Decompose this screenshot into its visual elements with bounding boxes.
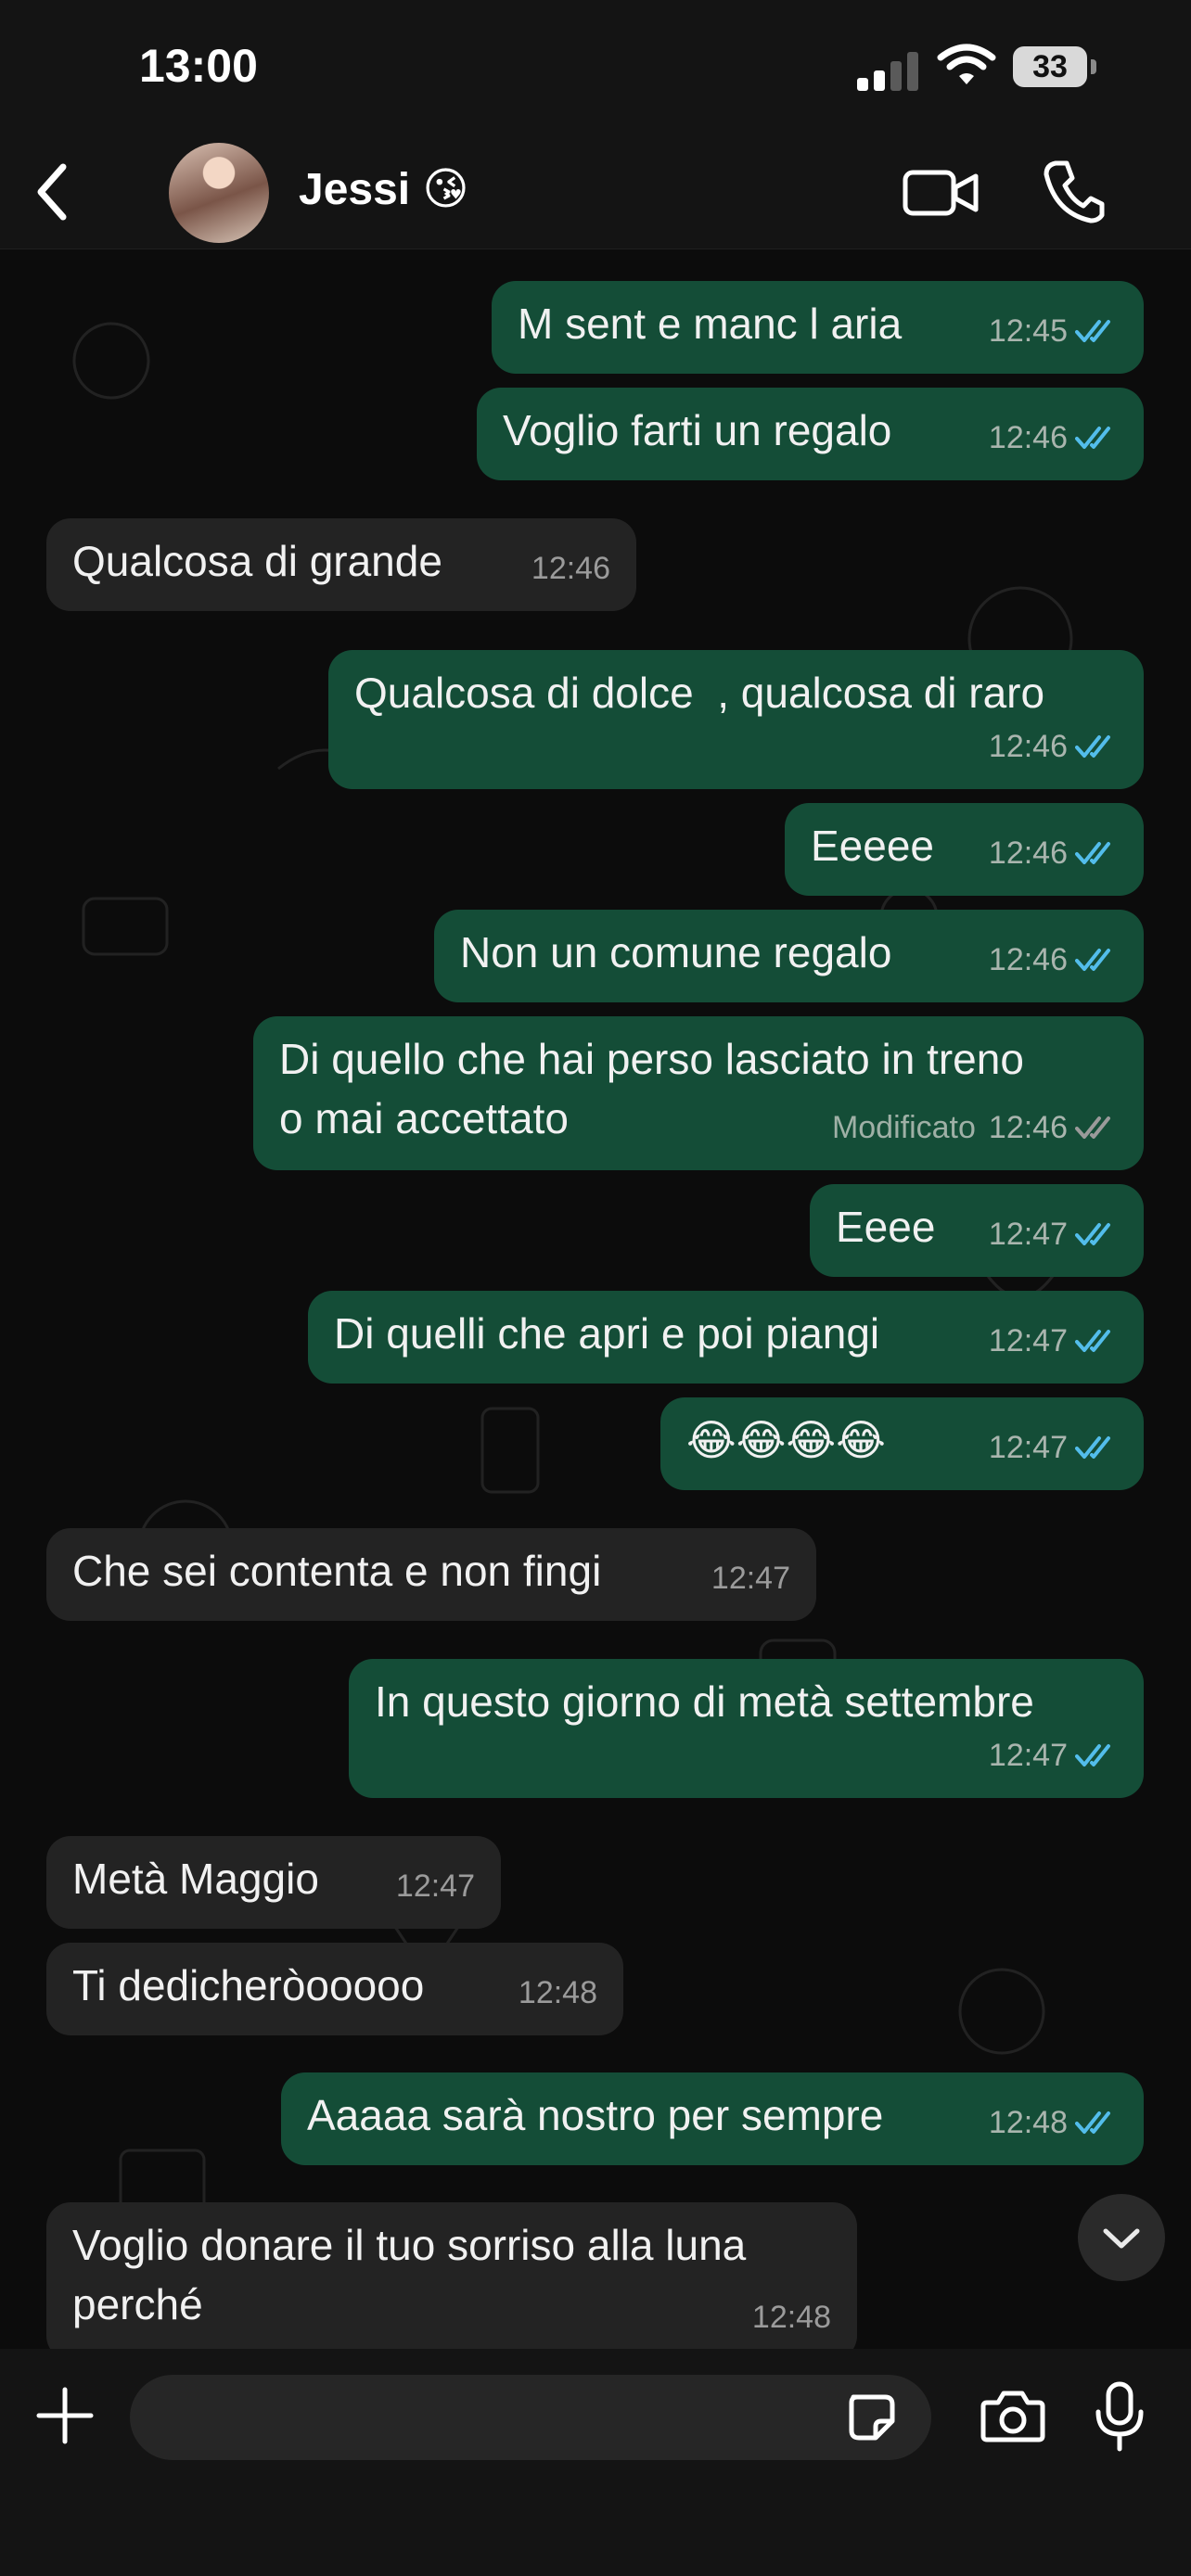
chevron-down-icon	[1103, 2228, 1140, 2249]
read-ticks-icon	[1075, 735, 1110, 758]
message-time: 12:47	[711, 1561, 790, 1596]
message-time: 12:46	[988, 1110, 1068, 1145]
message-meta: 12:47	[711, 1549, 790, 1608]
message-text: 😂😂😂😂	[686, 1416, 886, 1464]
message-time: 12:47	[988, 1738, 1068, 1773]
video-call-icon[interactable]	[902, 161, 980, 224]
edited-label: Modificato	[831, 1110, 976, 1145]
message-time: 12:48	[751, 2300, 831, 2335]
back-icon[interactable]	[33, 159, 70, 224]
message-meta: 12:47	[989, 1726, 1118, 1785]
message-outgoing[interactable]: Qualcosa di dolce , qualcosa di raro 12:…	[328, 650, 1144, 789]
message-meta: 12:48	[989, 2093, 1118, 2152]
read-ticks-icon	[1075, 2111, 1110, 2134]
message-outgoing[interactable]: In questo giorno di metà settembre 12:47	[349, 1659, 1144, 1798]
read-ticks-icon	[1075, 1330, 1110, 1352]
avatar[interactable]	[169, 143, 269, 243]
message-time: 12:48	[518, 1975, 597, 2010]
message-text: In questo giorno di metà settembre	[375, 1677, 1034, 1726]
phone-call-icon[interactable]	[1043, 158, 1106, 224]
message-text: Non un comune regalo	[460, 928, 892, 976]
message-meta: 12:46	[989, 823, 1118, 883]
sticker-icon[interactable]	[844, 2390, 900, 2445]
message-meta: Modificato 12:46	[832, 1098, 1118, 1157]
composer-bar	[0, 2349, 1191, 2576]
status-time: 13:00	[139, 40, 258, 92]
message-text: Di quelli che apri e poi piangi	[334, 1309, 880, 1358]
message-time: 12:46	[988, 729, 1068, 764]
plus-icon[interactable]	[35, 2386, 95, 2445]
read-ticks-icon	[1075, 427, 1110, 449]
message-text: Aaaaa sarà nostro per sempre	[307, 2091, 884, 2139]
message-time: 12:46	[531, 551, 610, 586]
message-incoming[interactable]: Qualcosa di grande 12:46	[46, 518, 636, 611]
message-meta: 12:48	[752, 2288, 831, 2347]
message-outgoing[interactable]: Aaaaa sarà nostro per sempre 12:48	[281, 2072, 1144, 2165]
signal-icon	[857, 50, 922, 91]
message-meta: 12:46	[989, 408, 1118, 467]
message-outgoing[interactable]: Non un comune regalo 12:46	[434, 910, 1144, 1002]
message-incoming[interactable]: Voglio donare il tuo sorriso alla luna p…	[46, 2202, 857, 2349]
message-time: 12:47	[988, 1323, 1068, 1358]
message-text: Che sei contenta e non fingi	[72, 1547, 602, 1595]
message-time: 12:47	[988, 1430, 1068, 1465]
message-list[interactable]: M sent e manc l aria 12:45 Voglio farti …	[0, 249, 1191, 2349]
contact-name[interactable]: Jessi 😘	[299, 163, 469, 215]
battery-icon: 33	[1013, 46, 1087, 87]
message-meta: 12:46	[531, 539, 610, 598]
message-time: 12:46	[988, 942, 1068, 977]
message-outgoing[interactable]: 😂😂😂😂 12:47	[660, 1397, 1144, 1490]
message-outgoing[interactable]: M sent e manc l aria 12:45	[492, 281, 1144, 374]
message-text: Eeeee	[811, 822, 935, 870]
battery-nub	[1091, 59, 1096, 74]
message-meta: 12:47	[396, 1856, 475, 1916]
message-text: Qualcosa di dolce , qualcosa di raro	[354, 669, 1045, 717]
message-time: 12:45	[988, 313, 1068, 349]
message-outgoing[interactable]: Di quelli che apri e poi piangi 12:47	[308, 1291, 1144, 1384]
message-text: Voglio farti un regalo	[503, 406, 892, 454]
message-meta: 12:45	[989, 301, 1118, 361]
microphone-icon[interactable]	[1093, 2380, 1146, 2453]
message-outgoing[interactable]: Di quello che hai perso lasciato in tren…	[253, 1016, 1144, 1170]
read-ticks-icon	[1075, 1744, 1110, 1766]
message-incoming[interactable]: Che sei contenta e non fingi 12:47	[46, 1528, 816, 1621]
message-incoming[interactable]: Ti dedicheròooooo 12:48	[46, 1943, 623, 2035]
message-time: 12:46	[988, 835, 1068, 871]
message-text: M sent e manc l aria	[518, 300, 903, 348]
message-incoming[interactable]: Metà Maggio 12:47	[46, 1836, 501, 1929]
message-time: 12:48	[988, 2105, 1068, 2140]
message-time: 12:47	[988, 1217, 1068, 1252]
message-text: Voglio donare il tuo sorriso alla luna p…	[72, 2221, 747, 2328]
message-input[interactable]	[130, 2375, 931, 2460]
read-ticks-icon	[1075, 949, 1110, 971]
read-ticks-icon	[1075, 842, 1110, 864]
camera-icon[interactable]	[980, 2386, 1046, 2445]
message-meta: 12:47	[989, 1418, 1118, 1477]
read-ticks-icon	[1075, 1223, 1110, 1245]
message-meta: 12:46	[989, 930, 1118, 989]
message-text: Qualcosa di grande	[72, 537, 442, 585]
status-bar: 13:00 33	[0, 0, 1191, 139]
message-text: Eeee	[836, 1203, 936, 1251]
scroll-to-bottom-button[interactable]	[1078, 2194, 1165, 2281]
read-ticks-icon	[1075, 320, 1110, 342]
message-outgoing[interactable]: Voglio farti un regalo 12:46	[477, 388, 1144, 480]
message-text: Ti dedicheròooooo	[72, 1961, 425, 2009]
read-ticks-icon	[1075, 1436, 1110, 1459]
message-meta: 12:46	[989, 717, 1118, 776]
message-meta: 12:47	[989, 1311, 1118, 1371]
message-time: 12:46	[988, 420, 1068, 455]
message-meta: 12:48	[519, 1963, 597, 2022]
message-text: Metà Maggio	[72, 1855, 319, 1903]
chat-header: Jessi 😘	[0, 139, 1191, 249]
message-time: 12:47	[395, 1868, 475, 1904]
message-outgoing[interactable]: Eeee 12:47	[810, 1184, 1144, 1277]
wifi-icon	[937, 44, 996, 84]
message-outgoing[interactable]: Eeeee 12:46	[785, 803, 1144, 896]
message-meta: 12:47	[989, 1205, 1118, 1264]
delivered-ticks-icon	[1075, 1116, 1110, 1139]
